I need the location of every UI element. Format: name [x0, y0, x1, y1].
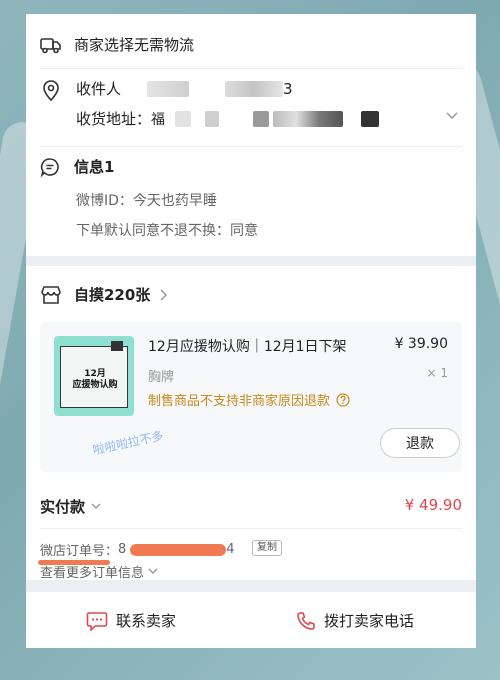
- more-order-info-link[interactable]: 查看更多订单信息: [40, 562, 158, 581]
- contact-seller-button[interactable]: 联系卖家: [86, 610, 176, 631]
- order-number-head: 8: [118, 542, 127, 557]
- product-price: ¥ 39.90: [394, 336, 448, 352]
- action-bar: 联系卖家 拨打卖家电话: [26, 592, 476, 648]
- redacted-address: [253, 110, 270, 127]
- chevron-down-icon: [91, 503, 101, 510]
- contact-seller-label: 联系卖家: [116, 612, 177, 630]
- copy-button[interactable]: 复制: [252, 540, 282, 556]
- message-icon: [40, 157, 60, 177]
- shop-icon: [40, 285, 62, 305]
- call-seller-button[interactable]: 拨打卖家电话: [296, 610, 414, 631]
- info-title: 信息1: [74, 158, 115, 176]
- payment-label: 实付款: [40, 498, 86, 516]
- divider: [40, 146, 462, 147]
- thumbnail-clip: [111, 341, 123, 351]
- order-number-row: 微店订单号： 8 4: [40, 540, 235, 559]
- redacted-address: [361, 110, 380, 127]
- watermark-text: 啦啦啦拉不多: [91, 428, 165, 458]
- product-title: 12月应援物认购｜12月1日下架: [148, 339, 347, 355]
- section-gap: [26, 580, 476, 592]
- truck-icon: [40, 36, 62, 54]
- product-thumbnail: 12月 应援物认购: [54, 336, 134, 416]
- recipient-address-row: 收货地址： 福: [76, 108, 380, 129]
- chevron-down-icon[interactable]: [446, 112, 458, 120]
- thumbnail-frame: 12月 应援物认购: [60, 341, 128, 408]
- help-icon[interactable]: [336, 392, 350, 407]
- info-title-row: 信息1: [40, 156, 114, 177]
- shop-name[interactable]: 自摸220张: [74, 284, 150, 305]
- chat-icon: [86, 611, 108, 631]
- location-pin-icon: [42, 80, 60, 102]
- weibo-id-text: 微博ID：今天也药早睡: [76, 193, 217, 209]
- shipping-text: 商家选择无需物流: [74, 36, 195, 54]
- redacted-order-number: [130, 543, 227, 556]
- order-info-card: 商家选择无需物流 收件人 3 收货地址： 福 信息1 微博ID：今天也药早睡 下…: [26, 14, 476, 256]
- redacted-address: [175, 110, 192, 127]
- product-item[interactable]: 12月 应援物认购 12月应援物认购｜12月1日下架 ¥ 39.90 胸牌 × …: [40, 322, 462, 472]
- chevron-right-icon: [160, 288, 168, 301]
- thumbnail-text: 12月 应援物认购: [72, 369, 118, 390]
- product-card: 自摸220张 12月 应援物认购 12月应援物认购｜12月1日下架 ¥ 39.9…: [26, 266, 476, 581]
- shop-row[interactable]: 自摸220张: [40, 284, 168, 305]
- redacted-address: [205, 110, 220, 127]
- refund-notice-row: 制售商品不支持非商家原因退款: [148, 390, 350, 409]
- divider: [40, 528, 462, 529]
- divider: [40, 68, 462, 69]
- recipient-name-row: 收件人 3: [76, 78, 293, 99]
- address-first-char: 福: [151, 111, 166, 128]
- more-order-info-label[interactable]: 查看更多订单信息: [40, 562, 144, 581]
- order-number-label: 微店订单号：: [40, 544, 119, 559]
- order-detail-page: 商家选择无需物流 收件人 3 收货地址： 福 信息1 微博ID：今天也药早睡 下…: [26, 14, 476, 666]
- payment-amount: ¥ 49.90: [404, 496, 462, 514]
- redacted-name: [147, 80, 190, 97]
- agreement-text: 下单默认同意不退不换：同意: [76, 223, 258, 239]
- refund-notice: 制售商品不支持非商家原因退款: [148, 394, 331, 409]
- phone-icon: [296, 611, 316, 631]
- recipient-phone-tail: 3: [283, 79, 293, 98]
- call-seller-label: 拨打卖家电话: [324, 612, 415, 630]
- order-number-tail: 4: [226, 542, 235, 557]
- section-gap: [26, 256, 476, 266]
- recipient-address-label: 收货地址：: [76, 110, 152, 128]
- payment-row[interactable]: 实付款: [40, 496, 101, 517]
- recipient-name-label: 收件人: [76, 80, 122, 98]
- product-quantity: × 1: [426, 366, 448, 380]
- product-spec: 胸牌: [148, 370, 175, 385]
- refund-button[interactable]: 退款: [380, 428, 460, 458]
- chevron-down-icon: [148, 568, 158, 575]
- redacted-address: [273, 110, 344, 127]
- redacted-phone: [225, 80, 284, 97]
- shipping-row: 商家选择无需物流: [40, 34, 194, 55]
